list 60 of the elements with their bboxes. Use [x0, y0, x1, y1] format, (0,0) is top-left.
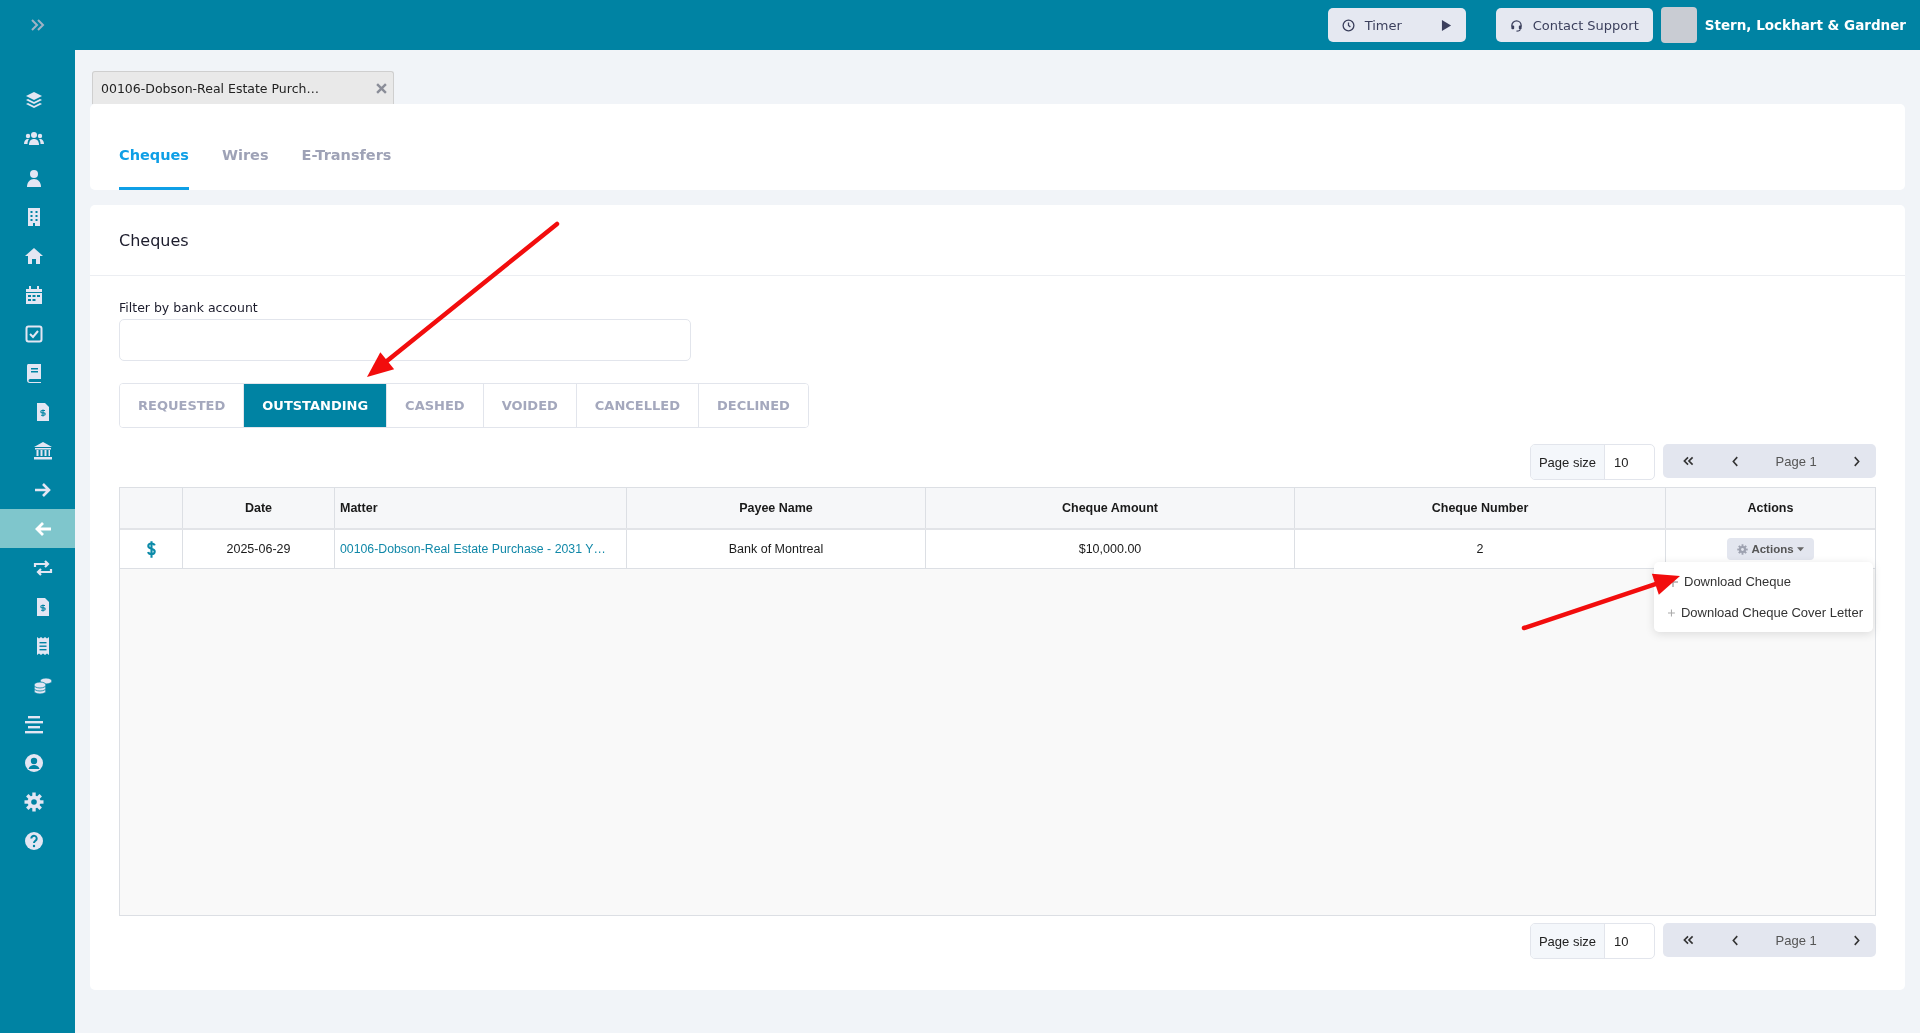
page-size-value[interactable]: 10: [1605, 445, 1654, 479]
tab[interactable]: Wires: [221, 147, 269, 190]
page-size-label: Page size: [1530, 924, 1605, 958]
page-indicator: Page 1: [1775, 932, 1817, 948]
double-chevron-icon[interactable]: [30, 19, 45, 31]
matter-tab[interactable]: 00106-Dobson-Real Estate Purch…: [92, 71, 394, 104]
chevron-left-icon: [1732, 934, 1740, 946]
column-header: Cheque Amount: [926, 488, 1295, 528]
tab[interactable]: E-Transfers: [301, 147, 392, 190]
user-circle-icon[interactable]: [23, 752, 44, 773]
settings-icon: [1737, 543, 1749, 555]
column-header: Payee Name: [627, 488, 926, 528]
play-icon: [1440, 18, 1452, 32]
table-cell: $10,000.00: [926, 530, 1295, 568]
actions-button[interactable]: Actions: [1727, 538, 1814, 560]
field-label: Filter by bank account: [119, 300, 259, 315]
first-page-button[interactable]: [1681, 454, 1696, 468]
tab[interactable]: Cheques: [119, 147, 189, 190]
dollar-icon: [145, 539, 157, 559]
card-title: Cheques: [119, 230, 189, 250]
bank-icon[interactable]: [32, 440, 53, 461]
status-tab[interactable]: REQUESTED: [120, 384, 245, 427]
page-size-value[interactable]: 10: [1605, 924, 1654, 958]
page-size-control[interactable]: Page size 10: [1529, 444, 1655, 480]
double-chevron-left-icon: [1683, 456, 1694, 466]
menu-item[interactable]: Download Cheque Cover Letter: [1654, 597, 1873, 628]
status-tab[interactable]: OUTSTANDING: [244, 384, 388, 427]
timer-button[interactable]: Timer: [1327, 8, 1466, 42]
repeat-icon[interactable]: [32, 557, 53, 578]
close-icon[interactable]: [376, 82, 387, 94]
page-size-control[interactable]: Page size 10: [1529, 923, 1655, 959]
chevron-left-icon: [1732, 455, 1740, 467]
matter-tab-title: 00106-Dobson-Real Estate Purch…: [101, 80, 319, 96]
column-header: Actions: [1746, 500, 1795, 517]
matter-link[interactable]: 00106-Dobson-Real Estate Purchase - 2031 Y…: [335, 530, 627, 568]
avatar[interactable]: [1660, 7, 1697, 43]
table-cell: Bank of Montreal: [627, 530, 926, 568]
table-cell: 2025-06-29: [183, 530, 335, 568]
column-header: Matter: [335, 488, 627, 528]
chevron-right-icon: [1853, 455, 1860, 467]
sidebar-item-highlight[interactable]: [0, 509, 75, 548]
firm-name[interactable]: Stern, Lockhart & Gardner: [1704, 17, 1906, 33]
page-size-label: Page size: [1530, 445, 1605, 479]
calendar-icon[interactable]: [23, 284, 44, 305]
help-icon[interactable]: [23, 830, 44, 851]
chevron-right-icon: [1853, 934, 1860, 946]
first-page-button[interactable]: [1681, 933, 1696, 947]
home-icon[interactable]: [23, 245, 44, 266]
checkbox-icon[interactable]: [23, 323, 44, 344]
column-header: Date: [183, 488, 335, 528]
headset-icon: [1509, 18, 1523, 32]
caret-down-icon: [1796, 546, 1804, 552]
plus-icon: [1668, 607, 1675, 618]
page-indicator: Page 1: [1775, 453, 1817, 469]
align-center-icon[interactable]: [23, 713, 44, 734]
double-chevron-left-icon: [1683, 935, 1694, 945]
column-header: Cheque Number: [1295, 488, 1666, 528]
clock-icon: [1341, 18, 1355, 32]
contact-support-button[interactable]: Contact Support: [1495, 8, 1653, 42]
bank-account-field[interactable]: [119, 319, 691, 361]
